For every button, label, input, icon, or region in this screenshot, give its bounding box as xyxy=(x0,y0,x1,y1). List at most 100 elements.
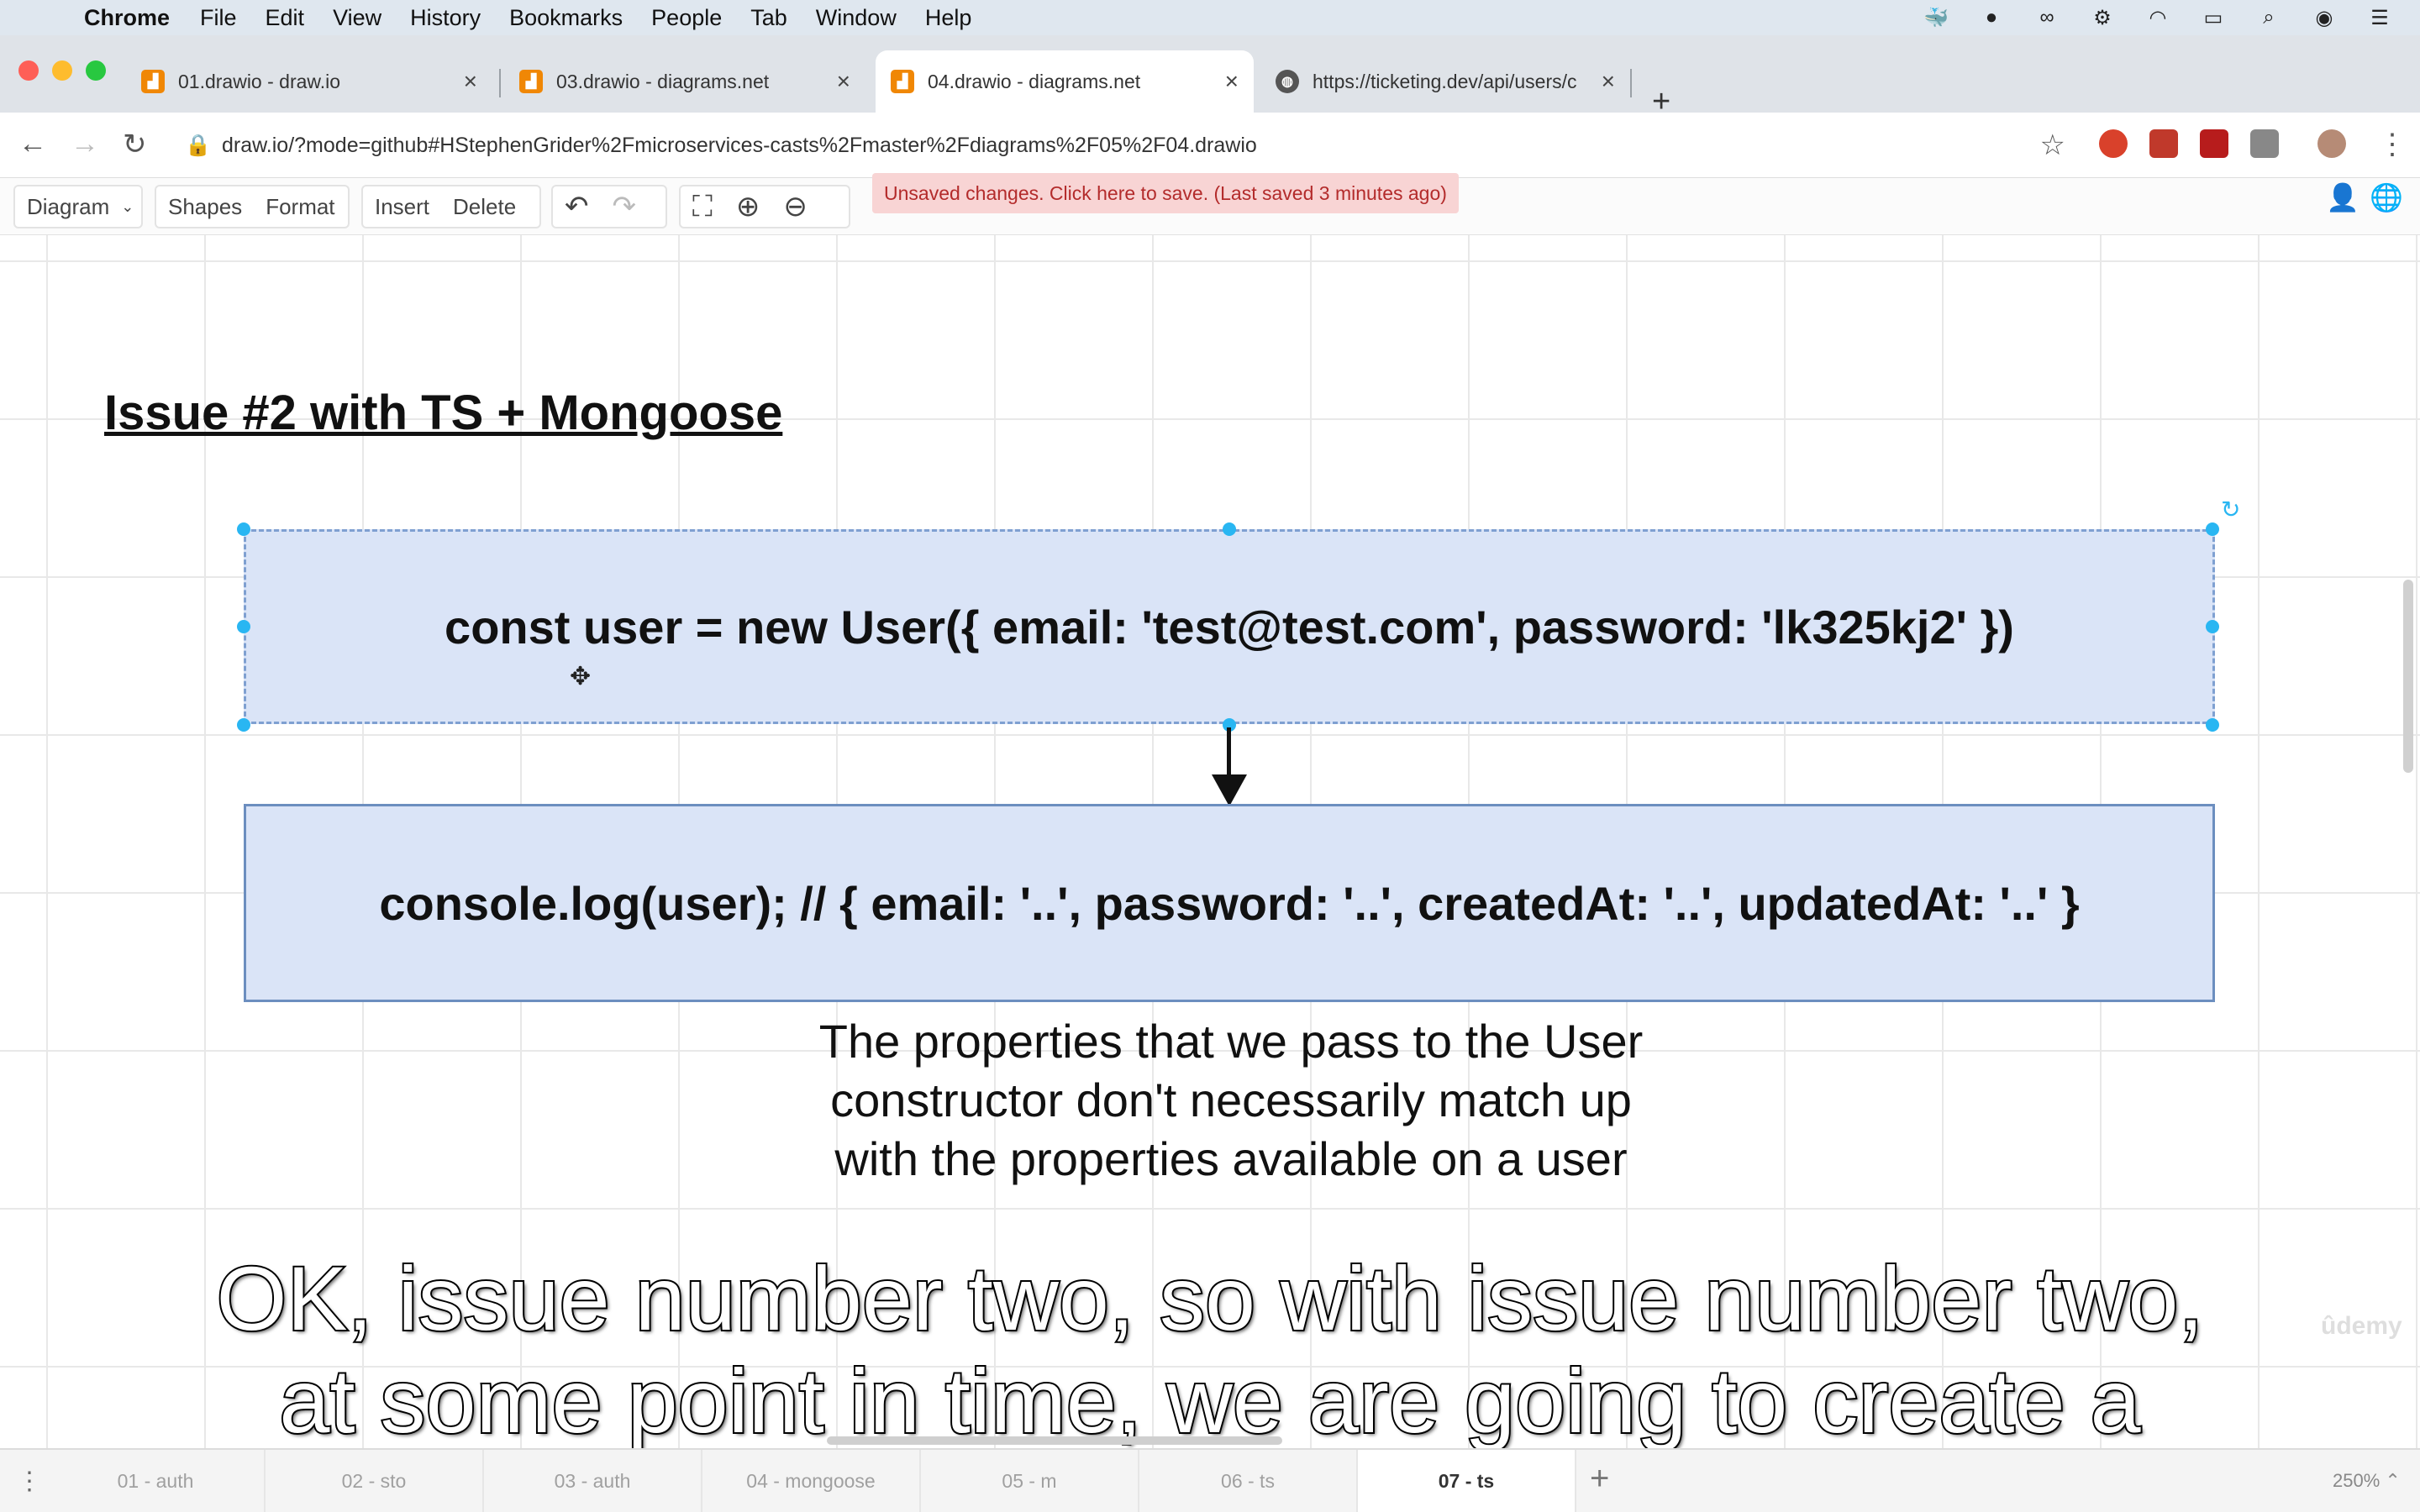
status-icons: 🐳 ● ∞ ⚙ ◠ ▭ ⌕ ◉ ☰ xyxy=(1921,0,2395,35)
delete-button[interactable]: Delete xyxy=(441,194,528,220)
undo-icon[interactable]: ↶ xyxy=(553,190,601,223)
tab-title: https://ticketing.dev/api/users/c xyxy=(1313,70,1577,92)
kebab-menu-icon[interactable]: ⋮ xyxy=(2378,128,2407,161)
resize-handle[interactable] xyxy=(237,522,250,536)
minimize-window-button[interactable] xyxy=(52,60,72,81)
page-tab-04-mongoose[interactable]: 04 - mongoose xyxy=(702,1450,921,1512)
user-constructor-box[interactable]: const user = new User({ email: 'test@tes… xyxy=(244,529,2215,724)
redo-icon[interactable]: ↷ xyxy=(601,190,649,223)
menu-window[interactable]: Window xyxy=(816,5,897,31)
app-status-icon[interactable]: ● xyxy=(1976,6,2007,29)
wifi-icon[interactable]: ◠ xyxy=(2143,6,2173,29)
browser-tab-strip: ▟ 01.drawio - draw.io × ▟ 03.drawio - di… xyxy=(0,35,2420,119)
insert-button[interactable]: Insert xyxy=(363,194,441,220)
menu-history[interactable]: History xyxy=(410,5,481,31)
close-tab-icon[interactable]: × xyxy=(464,68,477,95)
close-tab-icon[interactable]: × xyxy=(1225,68,1239,95)
close-tab-icon[interactable]: × xyxy=(837,68,850,95)
fullscreen-icon[interactable]: ⛶ xyxy=(681,191,724,223)
zoom-out-icon[interactable]: ⊖ xyxy=(771,190,819,223)
list-icon[interactable]: ☰ xyxy=(2365,6,2395,29)
close-tab-icon[interactable]: × xyxy=(1602,68,1615,95)
menu-file[interactable]: File xyxy=(200,5,237,31)
resize-handle[interactable] xyxy=(2206,522,2219,536)
rotate-handle-icon[interactable]: ↻ xyxy=(2221,496,2240,523)
resize-handle[interactable] xyxy=(237,620,250,633)
globe-icon: ◍ xyxy=(1276,70,1299,93)
menu-bookmarks[interactable]: Bookmarks xyxy=(509,5,623,31)
extension-icon[interactable] xyxy=(2149,129,2178,158)
page-tab-03-auth[interactable]: 03 - auth xyxy=(484,1450,702,1512)
page-tab-06-ts[interactable]: 06 - ts xyxy=(1139,1450,1358,1512)
unsaved-changes-notice[interactable]: Unsaved changes. Click here to save. (La… xyxy=(872,173,1459,213)
tab-title: 01.drawio - draw.io xyxy=(178,70,341,92)
video-subtitle: OK, issue number two, so with issue numb… xyxy=(0,1246,2420,1448)
lock-icon[interactable]: 🔒 xyxy=(185,134,211,158)
resize-handle[interactable] xyxy=(237,718,250,732)
subtitle-line: at some point in time, we are going to c… xyxy=(277,1348,2142,1448)
shapes-button[interactable]: Shapes xyxy=(156,194,254,220)
vertical-scrollbar[interactable] xyxy=(2403,580,2413,773)
history-group: ↶ ↷ xyxy=(551,185,667,228)
gear-icon[interactable]: ⚙ xyxy=(2087,6,2118,29)
battery-icon[interactable]: ▭ xyxy=(2198,6,2228,29)
tab-04-drawio[interactable]: ▟ 04.drawio - diagrams.net × xyxy=(876,50,1254,113)
move-cursor-icon: ✥ xyxy=(570,663,592,690)
diagram-menu-button[interactable]: Diagram ⌄ xyxy=(13,185,143,228)
back-arrow-icon[interactable]: ← xyxy=(18,128,47,160)
edit-group: Insert Delete xyxy=(361,185,541,228)
menu-help[interactable]: Help xyxy=(925,5,972,31)
explanation-note[interactable]: The properties that we pass to the User … xyxy=(739,1012,1723,1189)
url-text[interactable]: draw.io/?mode=github#HStephenGrider%2Fmi… xyxy=(222,134,1257,158)
address-bar[interactable]: 🔒 draw.io/?mode=github#HStephenGrider%2F… xyxy=(175,123,2065,168)
forward-arrow-icon[interactable]: → xyxy=(71,128,99,160)
resize-handle[interactable] xyxy=(2206,620,2219,633)
resize-handle[interactable] xyxy=(1223,522,1236,536)
menu-edit[interactable]: Edit xyxy=(266,5,305,31)
bookmark-star-icon[interactable]: ☆ xyxy=(2040,129,2065,162)
diagram-canvas[interactable]: Issue #2 with TS + Mongoose const user =… xyxy=(0,235,2420,1448)
tab-divider xyxy=(1630,69,1632,97)
console-log-box[interactable]: console.log(user); // { email: '..', pas… xyxy=(244,804,2215,1002)
horizontal-scrollbar[interactable] xyxy=(827,1436,1282,1445)
maximize-window-button[interactable] xyxy=(86,60,106,81)
pages-menu-icon[interactable]: ⋮ xyxy=(17,1467,42,1496)
zoom-level[interactable]: 250% ⌃ xyxy=(2333,1470,2401,1492)
page-tab-01-auth[interactable]: 01 - auth xyxy=(47,1450,266,1512)
arrowhead xyxy=(1212,774,1247,806)
tab-ticketing[interactable]: ◍ https://ticketing.dev/api/users/c × xyxy=(1260,50,1630,113)
tab-title: 04.drawio - diagrams.net xyxy=(928,70,1141,92)
docker-icon[interactable]: 🐳 xyxy=(1921,6,1951,29)
opera-extension-icon[interactable] xyxy=(2099,129,2128,158)
format-button[interactable]: Format xyxy=(254,194,346,220)
add-page-button[interactable]: + xyxy=(1590,1460,1609,1498)
siri-icon[interactable]: ◉ xyxy=(2309,6,2339,29)
resize-handle[interactable] xyxy=(2206,718,2219,732)
page-tab-07-ts[interactable]: 07 - ts xyxy=(1358,1450,1576,1512)
shield-extension-icon[interactable] xyxy=(2200,129,2228,158)
drawio-icon: ▟ xyxy=(141,70,165,93)
menu-view[interactable]: View xyxy=(333,5,381,31)
panel-toggle-group: Shapes Format xyxy=(155,185,350,228)
diagram-heading[interactable]: Issue #2 with TS + Mongoose xyxy=(104,385,782,441)
page-tab-02-sto[interactable]: 02 - sto xyxy=(266,1450,484,1512)
language-globe-icon[interactable]: 🌐 xyxy=(2370,181,2403,213)
profile-avatar[interactable] xyxy=(2317,129,2346,158)
zoom-in-icon[interactable]: ⊕ xyxy=(724,190,772,223)
tab-divider xyxy=(499,69,501,97)
close-window-button[interactable] xyxy=(18,60,39,81)
tab-01-drawio[interactable]: ▟ 01.drawio - draw.io × xyxy=(126,50,492,113)
user-icon[interactable]: 👤 xyxy=(2326,181,2360,213)
menu-people[interactable]: People xyxy=(651,5,722,31)
note-line: constructor don't necessarily match up xyxy=(830,1074,1632,1126)
reload-icon[interactable]: ↻ xyxy=(123,128,147,161)
search-icon[interactable]: ⌕ xyxy=(2254,6,2284,29)
tab-03-drawio[interactable]: ▟ 03.drawio - diagrams.net × xyxy=(504,50,865,113)
glasses-icon[interactable]: ∞ xyxy=(2032,6,2062,29)
udemy-watermark: ûdemy xyxy=(2321,1312,2402,1340)
menu-app-name[interactable]: Chrome xyxy=(84,5,170,31)
chevron-down-icon: ⌄ xyxy=(121,197,134,215)
menu-tab[interactable]: Tab xyxy=(750,5,787,31)
extension-list-icon[interactable] xyxy=(2250,129,2279,158)
page-tab-05-m[interactable]: 05 - m xyxy=(921,1450,1139,1512)
